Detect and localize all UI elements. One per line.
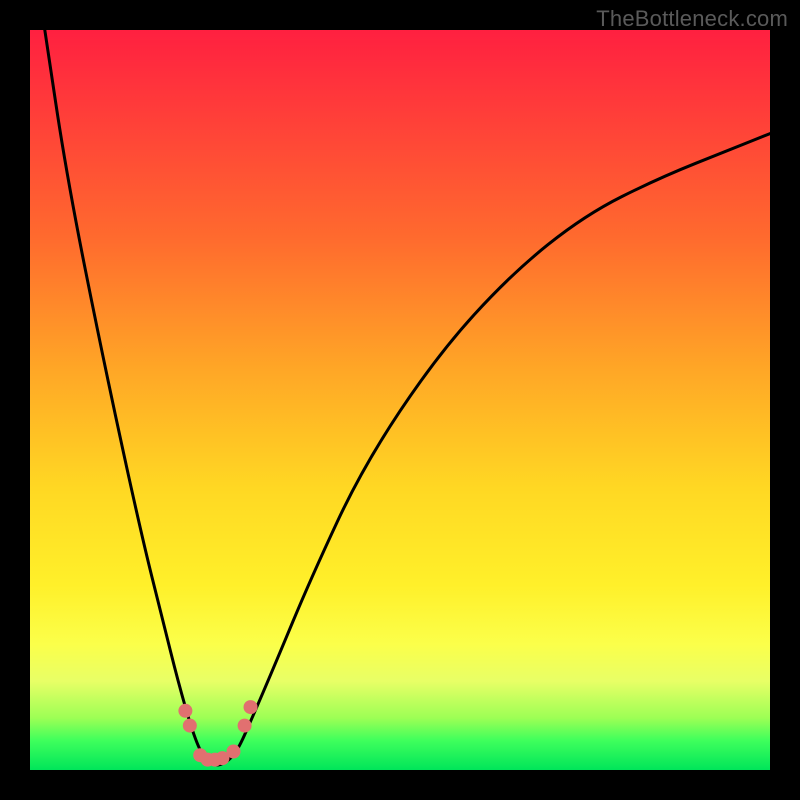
marker-dot xyxy=(244,700,258,714)
outer-frame: TheBottleneck.com xyxy=(0,0,800,800)
marker-dot xyxy=(215,751,229,765)
bottleneck-curve-path xyxy=(45,30,770,765)
marker-dot xyxy=(178,704,192,718)
marker-dot xyxy=(193,748,207,762)
watermark-text: TheBottleneck.com xyxy=(596,6,788,32)
marker-dot xyxy=(227,745,241,759)
marker-dot xyxy=(201,753,215,767)
marker-dot xyxy=(238,719,252,733)
plot-area xyxy=(30,30,770,770)
chart-svg xyxy=(30,30,770,770)
marker-dot xyxy=(208,753,222,767)
marker-dot xyxy=(183,719,197,733)
marker-group xyxy=(178,700,257,767)
